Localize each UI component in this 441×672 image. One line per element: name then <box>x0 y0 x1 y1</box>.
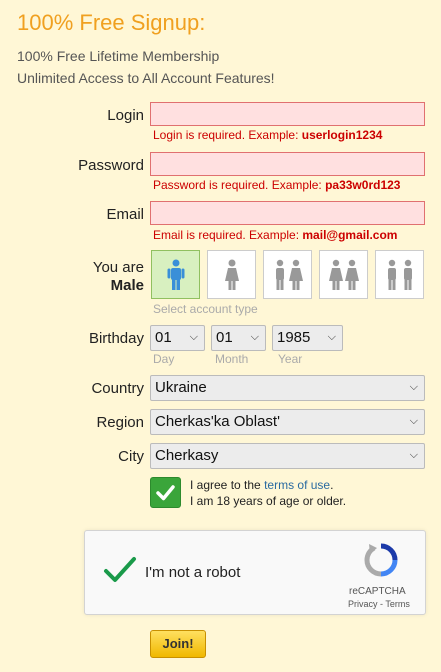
chevron-down-icon: ⌵ <box>250 331 259 343</box>
couple-male-male-icon <box>387 259 412 290</box>
birthday-year-hint: Year <box>278 352 303 366</box>
couple-male-female-icon <box>275 259 303 290</box>
join-button[interactable]: Join! <box>150 630 206 658</box>
city-value: Cherkasy <box>155 447 219 464</box>
selected-gender-text: Male <box>110 277 144 294</box>
gender-tile-couple-ff[interactable] <box>319 250 368 299</box>
you-are-text: You are <box>92 259 144 276</box>
login-error: Login is required. Example: userlogin123… <box>153 128 382 142</box>
email-label: Email <box>106 206 144 223</box>
female-icon <box>224 259 239 290</box>
agree-text-line2: I am 18 years of age or older. <box>190 494 347 508</box>
agree-text-line1: I agree to the terms of use. <box>190 478 333 492</box>
birthday-day-select[interactable]: 01 ⌵ <box>150 325 205 351</box>
recaptcha-links: Privacy - Terms <box>348 599 410 609</box>
region-value: Cherkas'ka Oblast' <box>155 413 280 430</box>
captcha-checkmark-icon[interactable] <box>103 555 137 585</box>
check-icon <box>156 485 175 501</box>
login-label: Login <box>107 107 144 124</box>
subtitle-line2: Unlimited Access to All Account Features… <box>17 70 275 86</box>
agree-checkbox[interactable] <box>150 477 181 508</box>
account-type-label: You are Male <box>93 259 144 295</box>
chevron-down-icon: ⌵ <box>189 331 198 343</box>
terms-link-captcha[interactable]: Terms <box>385 599 410 609</box>
password-error-example: pa33w0rd123 <box>325 178 401 192</box>
email-error: Email is required. Example: mail@gmail.c… <box>153 228 397 242</box>
gender-tile-male[interactable] <box>151 250 200 299</box>
terms-link[interactable]: terms of use <box>264 478 330 492</box>
agree-text-end: . <box>330 478 334 492</box>
country-label: Country <box>91 380 144 397</box>
country-select[interactable]: Ukraine ⌵ <box>150 375 425 401</box>
birthday-label: Birthday <box>88 330 144 347</box>
chevron-down-icon: ⌵ <box>409 415 418 427</box>
birthday-month-value: 01 <box>216 329 233 346</box>
email-input[interactable] <box>150 201 425 225</box>
birthday-month-select[interactable]: 01 ⌵ <box>211 325 266 351</box>
agree-text: I agree to the <box>190 478 265 492</box>
chevron-down-icon: ⌵ <box>327 331 336 343</box>
gender-tile-female[interactable] <box>207 250 256 299</box>
birthday-year-value: 1985 <box>277 329 311 346</box>
login-input[interactable] <box>150 102 425 126</box>
city-select[interactable]: Cherkasy ⌵ <box>150 443 425 469</box>
gender-tile-couple-mf[interactable] <box>263 250 312 299</box>
birthday-month-hint: Month <box>215 352 249 366</box>
email-error-example: mail@gmail.com <box>302 228 398 242</box>
recaptcha-brand: reCAPTCHA <box>349 586 406 597</box>
gender-tile-couple-mm[interactable] <box>375 250 424 299</box>
region-select[interactable]: Cherkas'ka Oblast' ⌵ <box>150 409 425 435</box>
city-label: City <box>118 448 144 465</box>
login-error-example: userlogin1234 <box>301 128 383 142</box>
page-title: 100% Free Signup: <box>17 10 206 35</box>
chevron-down-icon: ⌵ <box>409 449 418 461</box>
email-error-text: Email is required. Example: <box>153 228 303 242</box>
password-label: Password <box>78 157 144 174</box>
birthday-day-value: 01 <box>155 329 172 346</box>
country-value: Ukraine <box>155 379 207 396</box>
region-label: Region <box>96 414 144 431</box>
captcha-label: I'm not a robot <box>145 564 241 581</box>
recaptcha-widget: I'm not a robot reCAPTCHA Privacy - Term… <box>84 530 426 615</box>
password-error-text: Password is required. Example: <box>153 178 326 192</box>
male-icon <box>167 259 184 290</box>
recaptcha-logo-icon <box>364 543 398 577</box>
password-error: Password is required. Example: pa33w0rd1… <box>153 178 400 192</box>
birthday-day-hint: Day <box>153 352 175 366</box>
subtitle-line1: 100% Free Lifetime Membership <box>17 48 220 64</box>
account-type-hint: Select account type <box>153 302 258 316</box>
password-input[interactable] <box>150 152 425 176</box>
birthday-year-select[interactable]: 1985 ⌵ <box>272 325 343 351</box>
couple-female-female-icon <box>328 259 359 290</box>
chevron-down-icon: ⌵ <box>409 381 418 393</box>
privacy-link[interactable]: Privacy <box>348 599 378 609</box>
login-error-text: Login is required. Example: <box>153 128 302 142</box>
